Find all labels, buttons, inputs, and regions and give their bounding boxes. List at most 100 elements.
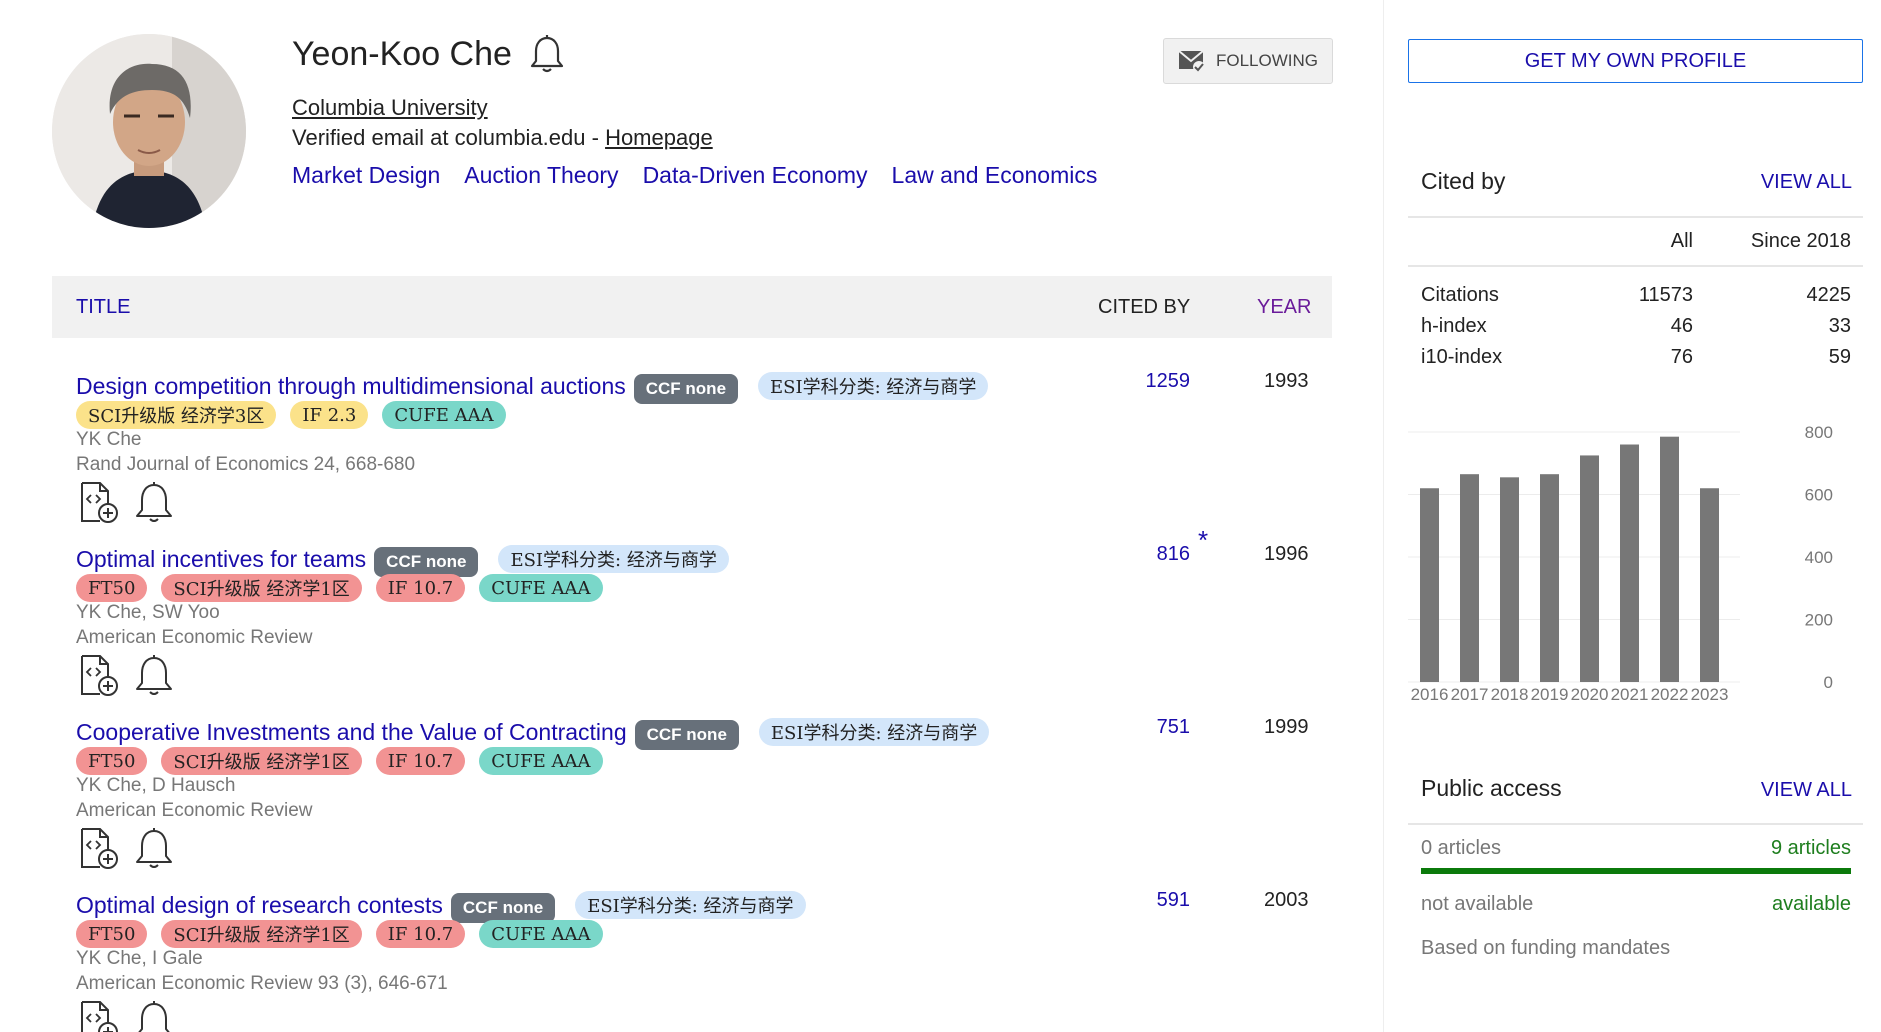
bell-icon[interactable] [132, 653, 176, 697]
year-column-header[interactable]: YEAR [1257, 296, 1311, 319]
stat-all: 76 [1670, 346, 1693, 368]
x-tick-label: 2022 [1651, 685, 1689, 704]
x-tick-label: 2020 [1571, 685, 1609, 704]
profile-name-row: Yeon-Koo Che [292, 34, 564, 74]
bell-icon[interactable] [132, 480, 176, 524]
article-venue: American Economic Review [76, 627, 313, 648]
bar [1420, 488, 1439, 682]
bell-icon[interactable] [530, 34, 564, 74]
not-available-label: not available [1421, 893, 1534, 915]
bell-icon[interactable] [132, 826, 176, 870]
affiliation-link[interactable]: Columbia University [292, 95, 488, 121]
journal-rank-badge: CUFE AAA [479, 574, 603, 602]
ccf-badge: CCF none [633, 374, 739, 404]
bar [1540, 474, 1559, 682]
col-all-header: All [1670, 230, 1693, 252]
articles-table-header: TITLE CITED BY YEAR [52, 276, 1332, 338]
stat-label: Citations [1421, 284, 1499, 306]
bar [1620, 444, 1639, 682]
stat-since: 59 [1828, 346, 1851, 368]
divider [1408, 823, 1863, 825]
interest-link[interactable]: Market Design [292, 162, 440, 189]
article-year: 1993 [1264, 370, 1309, 392]
journal-rank-badge: CUFE AAA [479, 747, 603, 775]
article-title-line: Cooperative Investments and the Value of… [76, 714, 990, 750]
journal-rank-badge: IF 10.7 [375, 747, 466, 775]
ccf-badge: CCF none [450, 893, 556, 923]
interest-link[interactable]: Auction Theory [464, 162, 618, 189]
journal-rank-badge: SCI升级版 经济学1区 [161, 574, 362, 602]
article-title-link[interactable]: Optimal design of research contests [76, 892, 443, 919]
cited-by-view-all-link[interactable]: VIEW ALL [1761, 171, 1852, 194]
email-text: Verified email at columbia.edu - [292, 125, 606, 150]
y-tick-label: 0 [1824, 673, 1833, 692]
y-tick-label: 800 [1805, 423, 1833, 442]
cited-by-count-link[interactable]: 816 [1157, 543, 1190, 566]
journal-rank-badge: CUFE AAA [382, 401, 506, 429]
following-button[interactable]: FOLLOWING [1163, 38, 1333, 84]
public-access-title: Public access [1421, 775, 1562, 801]
stat-since: 4225 [1806, 284, 1852, 306]
cited-by-count-link[interactable]: 751 [1157, 716, 1190, 739]
merged-citation-star: * [1198, 525, 1209, 555]
stat-all: 46 [1670, 315, 1693, 337]
cited-by-count-link[interactable]: 1259 [1146, 370, 1191, 393]
article-title-link[interactable]: Cooperative Investments and the Value of… [76, 719, 627, 746]
article-title-link[interactable]: Optimal incentives for teams [76, 546, 366, 573]
homepage-link[interactable]: Homepage [605, 125, 713, 150]
stat-all: 11573 [1638, 284, 1693, 306]
article-venue: American Economic Review [76, 800, 313, 821]
get-my-own-profile-button[interactable]: GET MY OWN PROFILE [1408, 39, 1863, 83]
envelope-check-icon [1178, 50, 1205, 73]
not-available-count[interactable]: 0 articles [1421, 837, 1501, 860]
article-actions [76, 999, 176, 1032]
stat-since: 33 [1828, 315, 1851, 337]
public-access-view-all-link[interactable]: VIEW ALL [1761, 779, 1852, 802]
esi-badge: ESI学科分类: 经济与商学 [575, 891, 806, 919]
article-title-line: Design competition through multidimensio… [76, 368, 989, 404]
column-divider [1383, 0, 1384, 1032]
esi-badge: ESI学科分类: 经济与商学 [758, 372, 989, 400]
article-row: Optimal design of research contests CCF n… [52, 887, 1332, 1032]
interest-link[interactable]: Law and Economics [892, 162, 1098, 189]
article-authors: YK Che, D Hausch [76, 775, 236, 796]
ccf-badge: CCF none [374, 547, 479, 577]
article-title-link[interactable]: Design competition through multidimensio… [76, 373, 626, 400]
available-count[interactable]: 9 articles [1771, 837, 1851, 860]
research-interests: Market Design Auction Theory Data-Driven… [292, 162, 1097, 189]
cited-by-count-link[interactable]: 591 [1157, 889, 1190, 912]
article-venue: American Economic Review 93 (3), 646-671 [76, 973, 448, 994]
bell-icon[interactable] [132, 999, 176, 1032]
article-title-line: Optimal design of research contests CCF n… [76, 887, 806, 923]
article-venue: Rand Journal of Economics 24, 668-680 [76, 454, 416, 475]
title-column-header[interactable]: TITLE [76, 296, 130, 319]
funding-mandates-note: Based on funding mandates [1421, 937, 1671, 959]
article-year: 2003 [1264, 889, 1309, 911]
stat-label: h-index [1421, 315, 1487, 337]
journal-rank-badge: CUFE AAA [479, 920, 603, 948]
article-year: 1996 [1264, 543, 1309, 565]
y-tick-label: 200 [1805, 611, 1833, 630]
article-title-line: Optimal incentives for teams CCF none ESI学… [76, 541, 729, 577]
journal-rank-badge: IF 10.7 [375, 920, 466, 948]
article-row: Design competition through multidimensio… [52, 368, 1332, 533]
add-to-library-icon[interactable] [76, 480, 120, 524]
ccf-badge: CCF none [634, 720, 739, 750]
article-actions [76, 653, 176, 697]
article-authors: YK Che [76, 429, 142, 450]
journal-rank-badge: SCI升级版 经济学1区 [161, 747, 362, 775]
stat-label: i10-index [1421, 346, 1503, 368]
article-actions [76, 480, 176, 524]
following-label: FOLLOWING [1215, 51, 1318, 70]
badge-row: FT50 SCI升级版 经济学1区 IF 10.7 CUFE AAA [76, 920, 603, 948]
divider [1408, 216, 1863, 218]
email-row: Verified email at columbia.edu - Homepag… [292, 125, 713, 151]
x-tick-label: 2017 [1451, 685, 1489, 704]
interest-link[interactable]: Data-Driven Economy [643, 162, 868, 189]
x-tick-label: 2023 [1691, 685, 1729, 704]
add-to-library-icon[interactable] [76, 826, 120, 870]
cited-by-column-header[interactable]: CITED BY [1098, 296, 1190, 319]
add-to-library-icon[interactable] [76, 999, 120, 1032]
badge-row: SCI升级版 经济学3区 IF 2.3 CUFE AAA [76, 401, 506, 429]
add-to-library-icon[interactable] [76, 653, 120, 697]
